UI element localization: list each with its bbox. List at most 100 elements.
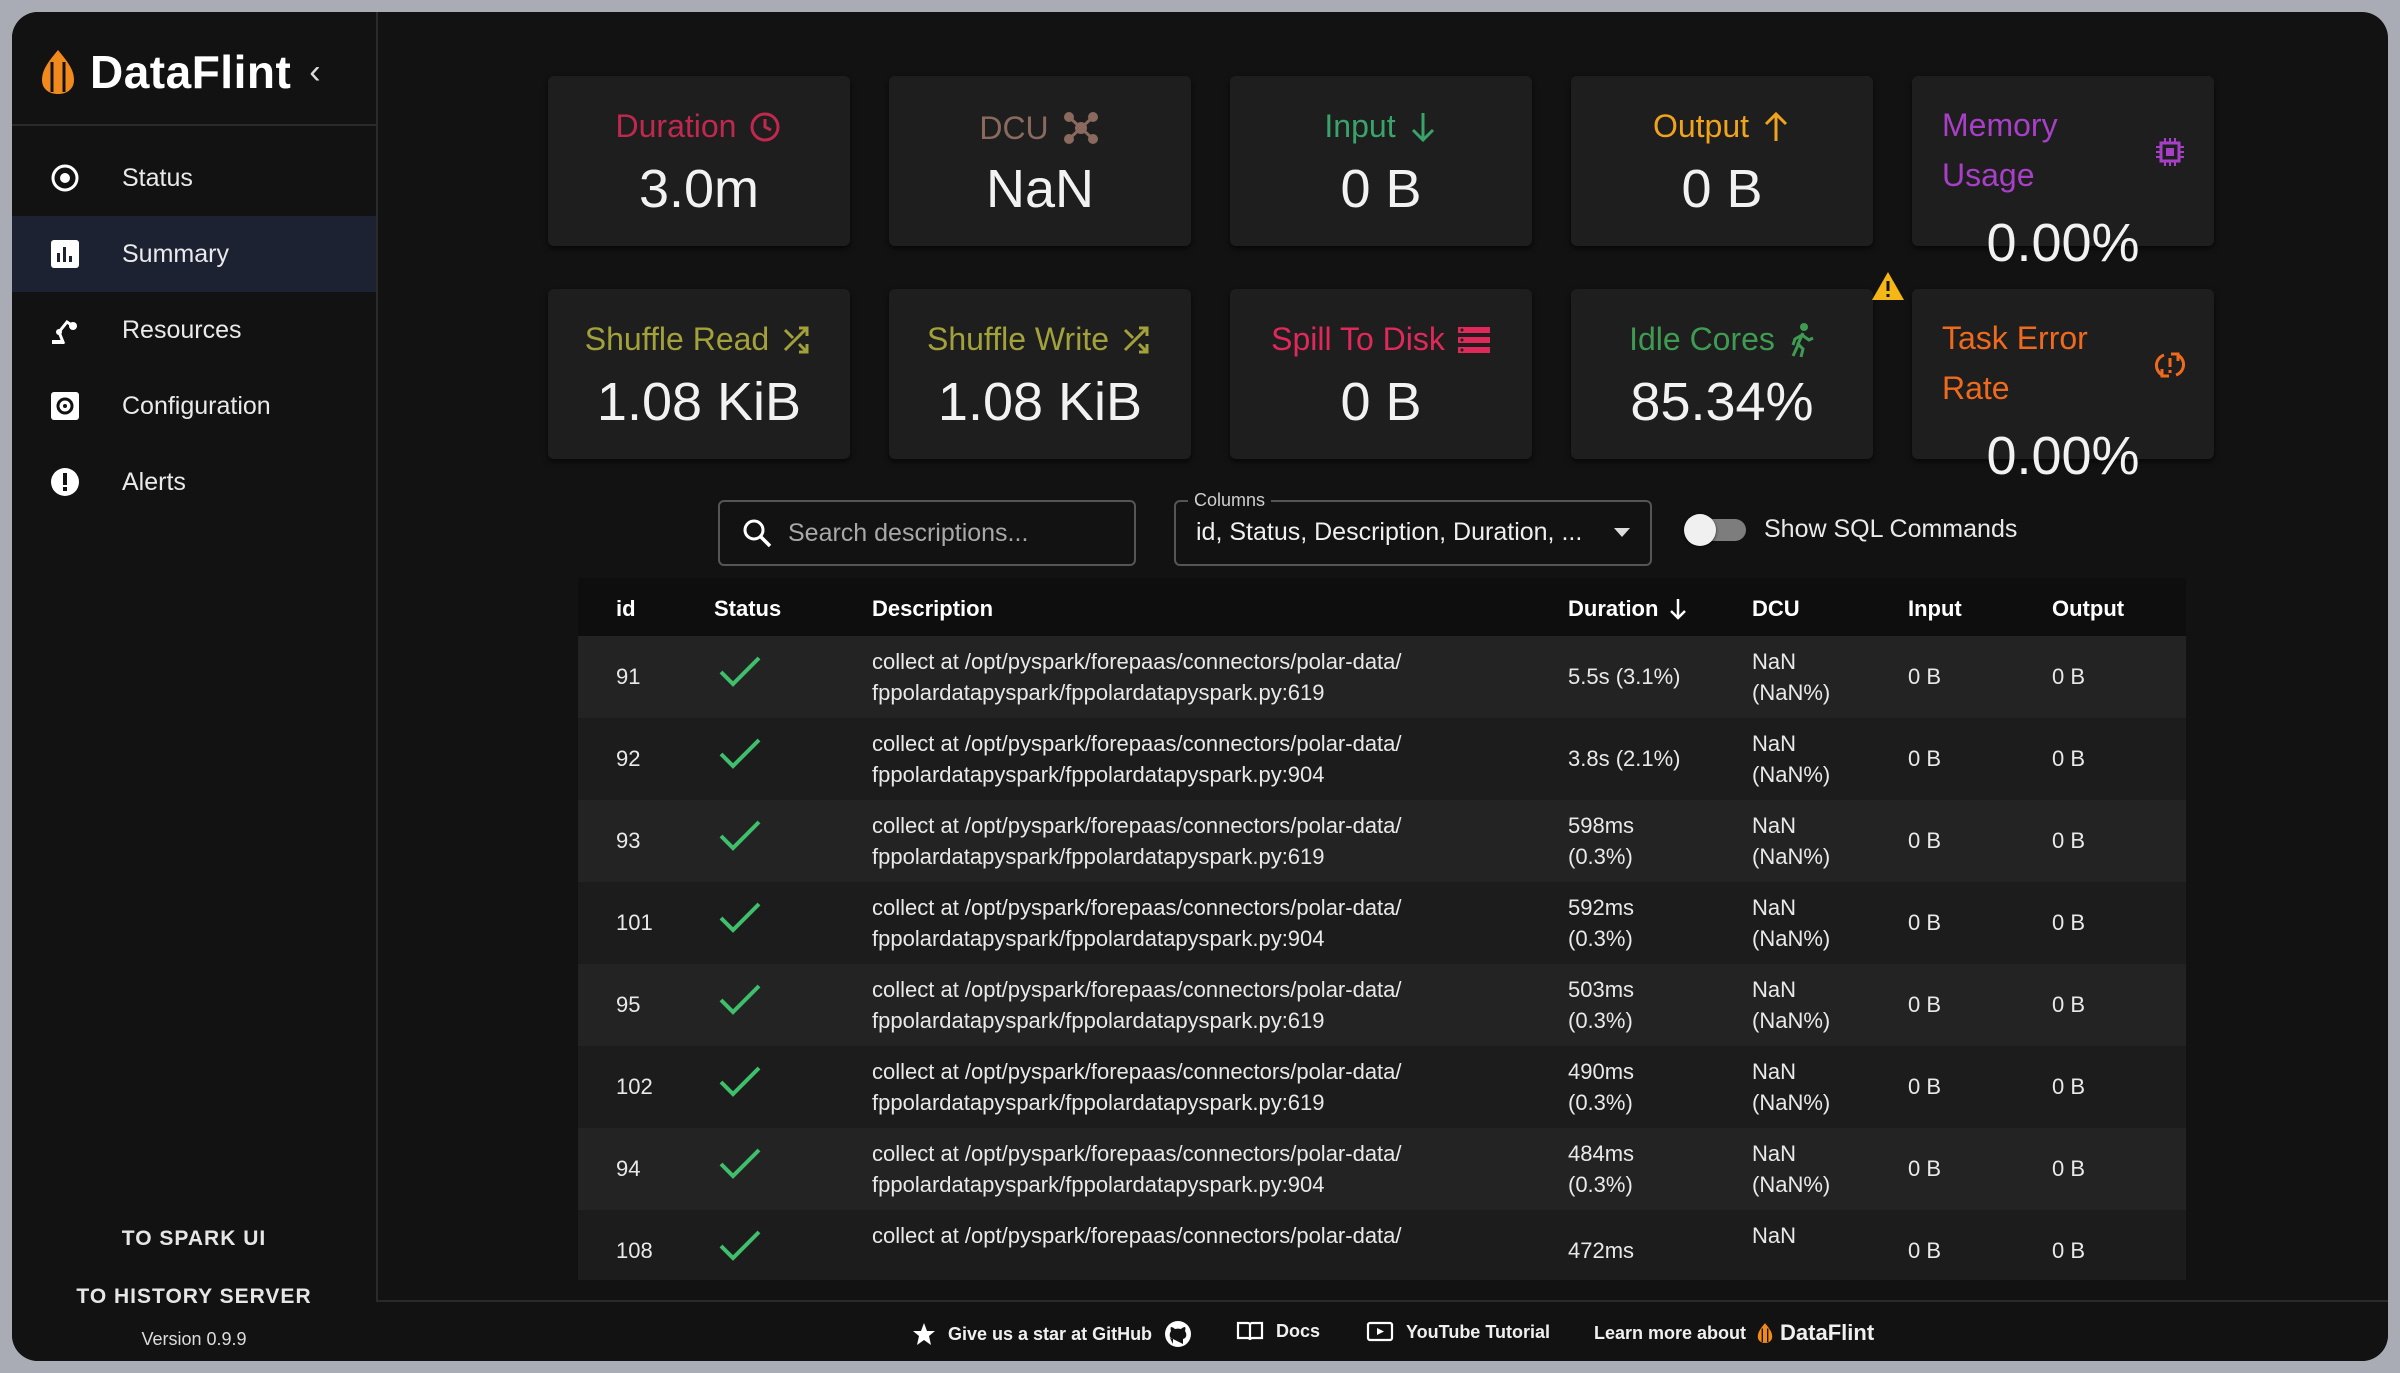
cell-description[interactable]: collect at /opt/pyspark/forepaas/connect… bbox=[872, 728, 1472, 790]
version-label: Version 0.9.9 bbox=[141, 1329, 247, 1349]
youtube-tutorial-link[interactable]: YouTube Tutorial bbox=[1366, 1320, 1550, 1344]
sidebar-item-label: Alerts bbox=[122, 467, 186, 496]
table-row[interactable]: 92 collect at /opt/pyspark/forepaas/conne… bbox=[578, 718, 2186, 802]
metric-title: Output bbox=[1571, 108, 1873, 145]
column-header-status[interactable]: Status bbox=[714, 596, 781, 622]
learn-more-link[interactable]: Learn more about DataFlint bbox=[1594, 1320, 1874, 1346]
cell-description[interactable]: collect at /opt/pyspark/forepaas/connect… bbox=[872, 1220, 1472, 1251]
cell-id: 95 bbox=[616, 992, 641, 1017]
walking-person-icon bbox=[1791, 322, 1814, 357]
metric-card-idle-cores: Idle Cores 85.34% bbox=[1571, 289, 1873, 459]
cell-description[interactable]: collect at /opt/pyspark/forepaas/connect… bbox=[872, 646, 1472, 708]
status-success-icon bbox=[718, 982, 762, 1026]
column-header-dcu[interactable]: DCU bbox=[1752, 596, 1800, 622]
cell-duration: 598ms (0.3%) bbox=[1568, 813, 1635, 869]
docs-label: Docs bbox=[1276, 1320, 1321, 1341]
sql-table: id Status Description Duration DCU Input… bbox=[578, 578, 2186, 1280]
metric-value: 85.34% bbox=[1630, 372, 1814, 432]
molecule-icon bbox=[1063, 112, 1098, 144]
sort-descending-icon bbox=[1670, 599, 1687, 620]
cell-dcu: NaN (NaN%) bbox=[1752, 895, 1831, 951]
cell-id: 101 bbox=[616, 910, 653, 935]
columns-select[interactable]: Columns id, Status, Description, Duratio… bbox=[1174, 490, 1652, 566]
toggle-knob bbox=[1684, 514, 1716, 546]
search-box bbox=[718, 500, 1136, 566]
status-success-icon bbox=[718, 1064, 762, 1108]
cell-input: 0 B bbox=[1908, 1156, 1942, 1181]
github-star-link[interactable]: Give us a star at GitHub bbox=[912, 1320, 1204, 1348]
github-icon bbox=[1165, 1321, 1192, 1347]
cell-id: 91 bbox=[616, 664, 641, 689]
status-success-icon bbox=[718, 736, 762, 780]
sidebar-item-alerts[interactable]: Alerts bbox=[12, 444, 376, 520]
metric-title: Duration bbox=[548, 108, 850, 145]
table-row[interactable]: 101 collect at /opt/pyspark/forepaas/conn… bbox=[578, 882, 2186, 966]
cell-input: 0 B bbox=[1908, 992, 1942, 1017]
cell-description[interactable]: collect at /opt/pyspark/forepaas/connect… bbox=[872, 1056, 1472, 1118]
show-sql-toggle[interactable] bbox=[1684, 514, 1746, 546]
status-success-icon bbox=[718, 1146, 762, 1190]
metric-card-dcu: DCU NaN bbox=[889, 76, 1191, 246]
logo: DataFlint ‹ bbox=[38, 42, 321, 102]
docs-link[interactable]: Docs bbox=[1236, 1320, 1320, 1342]
status-icon bbox=[48, 161, 82, 195]
summary-chart-icon bbox=[48, 237, 82, 271]
column-header-id[interactable]: id bbox=[616, 596, 636, 622]
cell-dcu: NaN (NaN%) bbox=[1752, 649, 1831, 705]
cell-output: 0 B bbox=[2052, 1156, 2086, 1181]
cell-input: 0 B bbox=[1908, 746, 1942, 771]
cell-description[interactable]: collect at /opt/pyspark/forepaas/connect… bbox=[872, 1138, 1472, 1200]
table-row[interactable]: 93 collect at /opt/pyspark/forepaas/conne… bbox=[578, 800, 2186, 884]
status-success-icon bbox=[718, 1228, 762, 1272]
star-icon bbox=[913, 1323, 935, 1345]
cell-dcu: NaN (NaN%) bbox=[1752, 977, 1831, 1033]
sidebar-item-label: Resources bbox=[122, 315, 242, 344]
cell-description[interactable]: collect at /opt/pyspark/forepaas/connect… bbox=[872, 810, 1472, 872]
column-header-input[interactable]: Input bbox=[1908, 596, 1962, 622]
cell-dcu: NaN bbox=[1752, 1223, 1797, 1248]
to-spark-ui-link[interactable]: TO SPARK UI bbox=[12, 1227, 376, 1251]
column-header-description[interactable]: Description bbox=[872, 596, 993, 622]
app-name: DataFlint bbox=[90, 46, 292, 98]
table-row[interactable]: 94 collect at /opt/pyspark/forepaas/conne… bbox=[578, 1128, 2186, 1212]
divider bbox=[12, 124, 376, 126]
cell-description[interactable]: collect at /opt/pyspark/forepaas/connect… bbox=[872, 892, 1472, 954]
metric-value: 0.00% bbox=[1986, 426, 2140, 486]
sidebar-item-status[interactable]: Status bbox=[12, 140, 376, 216]
cell-duration: 592ms (0.3%) bbox=[1568, 895, 1635, 951]
cell-description[interactable]: collect at /opt/pyspark/forepaas/connect… bbox=[872, 974, 1472, 1036]
table-row[interactable]: 91 collect at /opt/pyspark/forepaas/conne… bbox=[578, 636, 2186, 720]
metric-title: Memory Usage bbox=[1942, 107, 2058, 193]
youtube-tutorial-label: YouTube Tutorial bbox=[1406, 1321, 1550, 1342]
cell-id: 102 bbox=[616, 1074, 653, 1099]
to-history-server-link[interactable]: TO HISTORY SERVER bbox=[12, 1285, 376, 1309]
status-success-icon bbox=[718, 654, 762, 698]
metric-title: Shuffle Read bbox=[548, 321, 850, 358]
sidebar-item-configuration[interactable]: Configuration bbox=[12, 368, 376, 444]
column-header-output[interactable]: Output bbox=[2052, 596, 2124, 622]
cell-output: 0 B bbox=[2052, 1074, 2086, 1099]
cell-dcu: NaN (NaN%) bbox=[1752, 813, 1831, 869]
search-input[interactable] bbox=[786, 517, 1120, 549]
dropdown-arrow-icon bbox=[1614, 528, 1630, 537]
metric-value: 3.0m bbox=[638, 159, 760, 219]
book-icon bbox=[1236, 1321, 1264, 1341]
cell-duration: 503ms (0.3%) bbox=[1568, 977, 1635, 1033]
cell-duration: 472ms bbox=[1568, 1238, 1635, 1263]
sidebar-item-resources[interactable]: Resources bbox=[12, 292, 376, 368]
footer-brand: DataFlint bbox=[1780, 1320, 1875, 1345]
sidebar-item-summary[interactable]: Summary bbox=[12, 216, 376, 292]
column-header-duration[interactable]: Duration bbox=[1568, 596, 1688, 622]
table-row[interactable]: 102 collect at /opt/pyspark/forepaas/conn… bbox=[578, 1046, 2186, 1130]
table-row[interactable]: 95 collect at /opt/pyspark/forepaas/conne… bbox=[578, 964, 2186, 1048]
search-icon bbox=[743, 519, 772, 548]
cell-id: 94 bbox=[616, 1156, 641, 1181]
arrow-down-icon bbox=[1411, 112, 1434, 142]
cell-output: 0 B bbox=[2052, 746, 2086, 771]
table-row[interactable]: 108 collect at /opt/pyspark/forepaas/conn… bbox=[578, 1210, 2186, 1280]
github-star-label: Give us a star at GitHub bbox=[948, 1323, 1153, 1344]
collapse-sidebar-icon[interactable]: ‹ bbox=[309, 53, 320, 92]
sidebar-nav: Status Summary Resources Configuration A… bbox=[12, 140, 376, 520]
metric-value: NaN bbox=[985, 159, 1095, 219]
dataflint-flame-icon bbox=[1757, 1323, 1773, 1343]
